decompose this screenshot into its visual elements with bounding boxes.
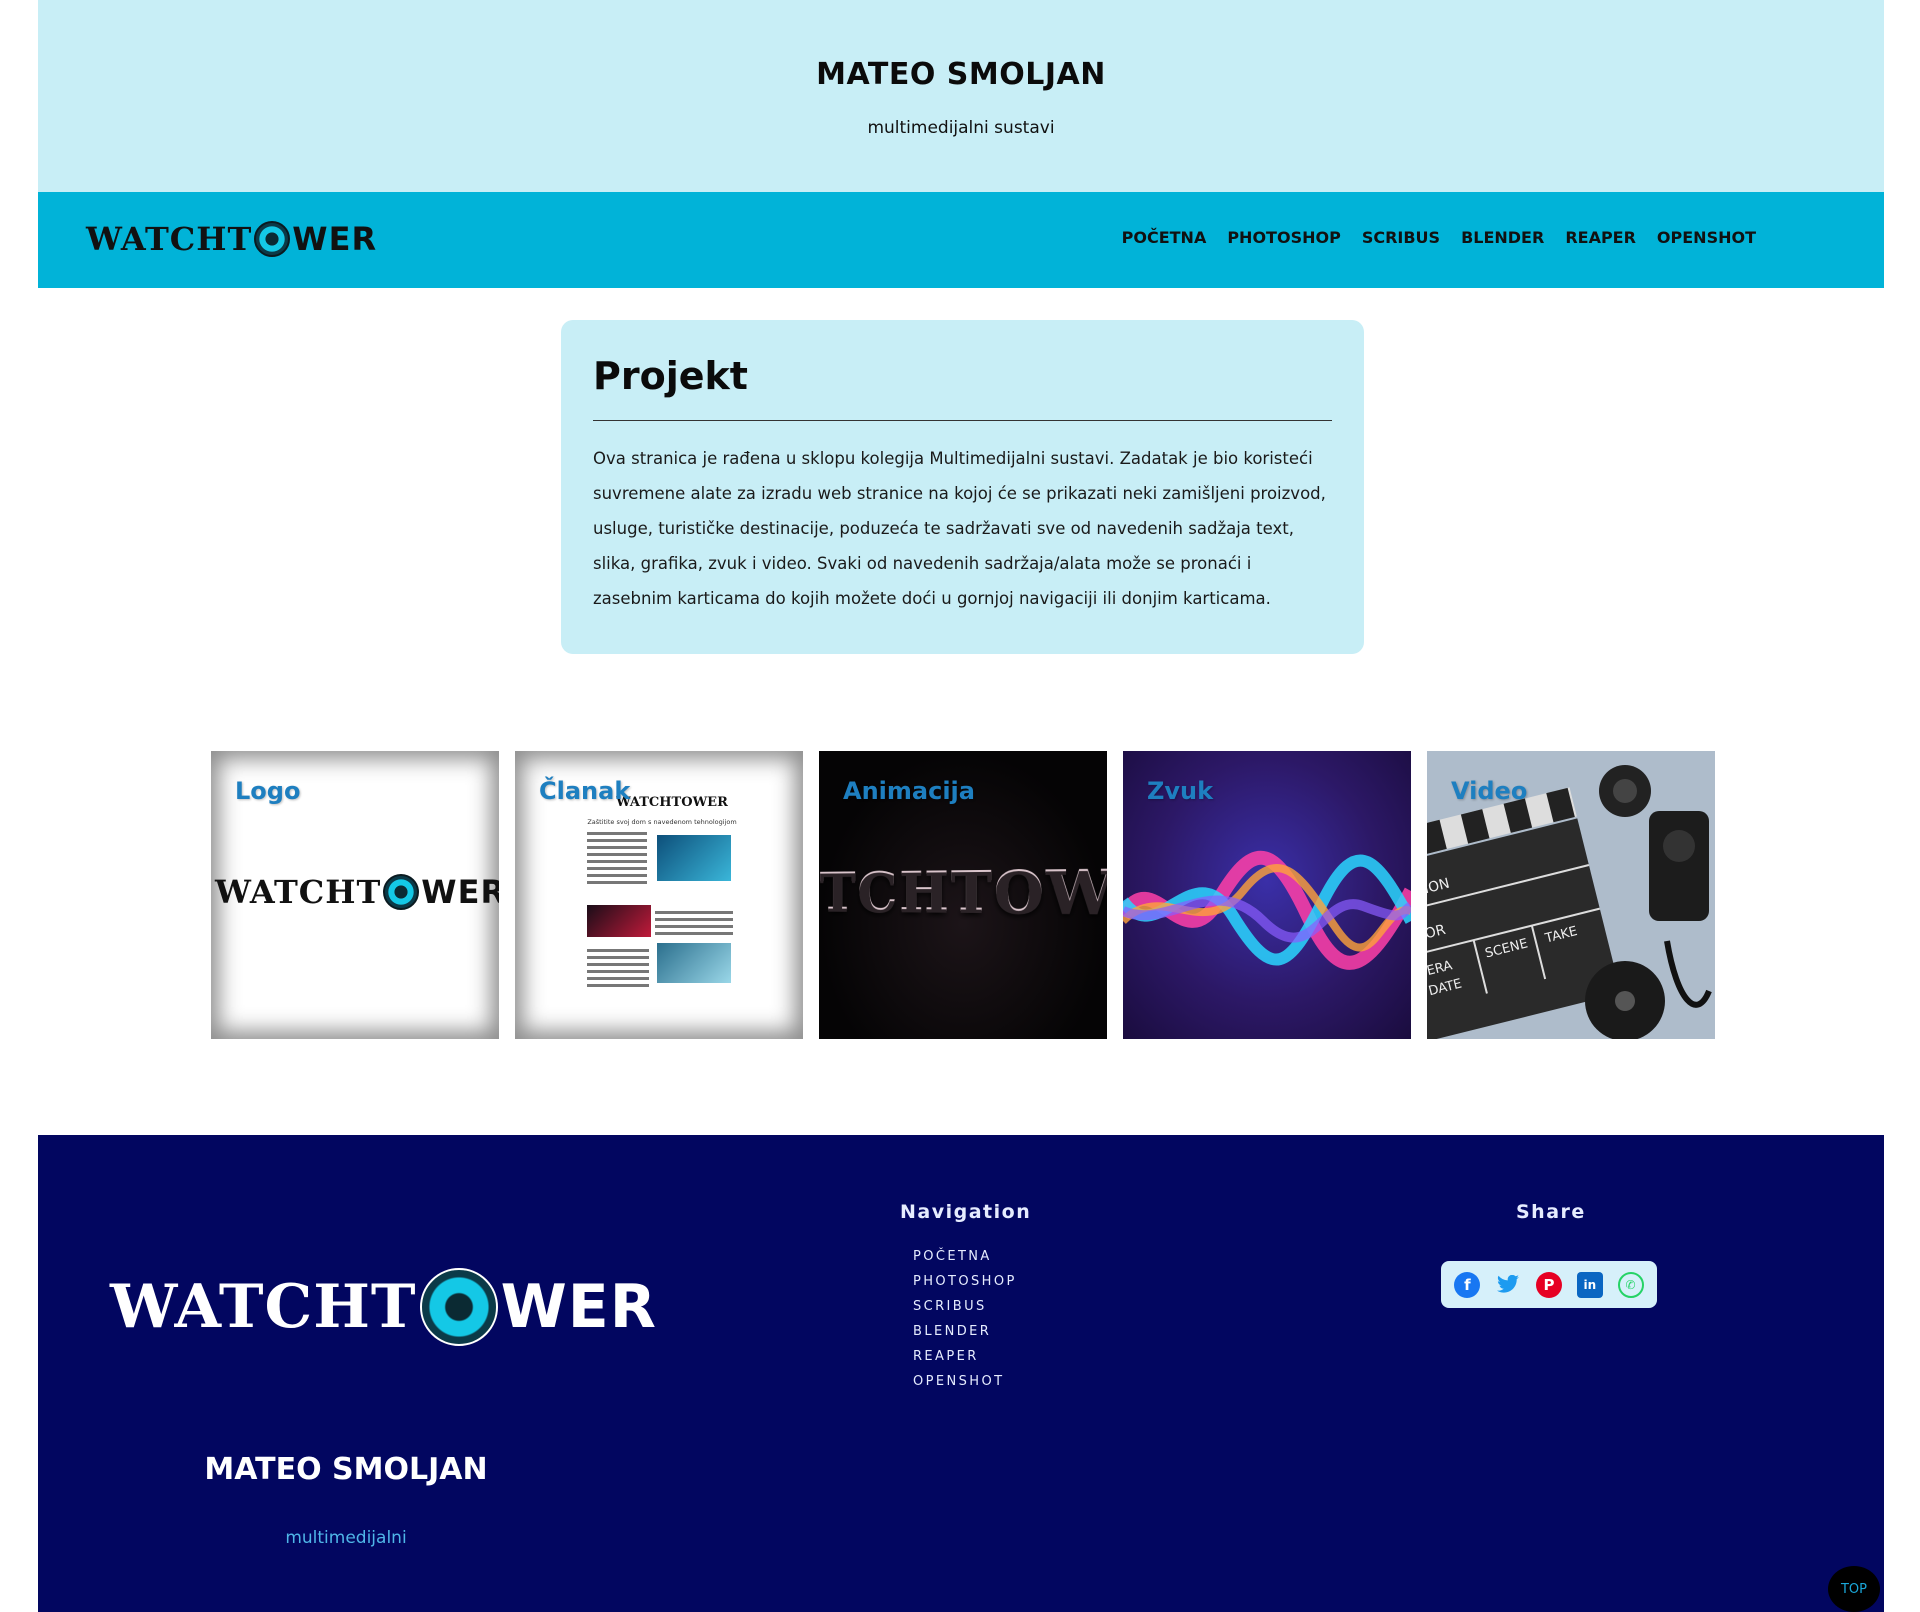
nav-link-scribus[interactable]: SCRIBUS — [1362, 228, 1440, 247]
pinterest-icon[interactable]: P — [1536, 1272, 1562, 1298]
sound-wave-image — [1123, 821, 1411, 991]
site-header: MATEO SMOLJAN multimedijalni sustavi — [38, 0, 1884, 192]
footer-link-pocetna[interactable]: POČETNA — [913, 1249, 1017, 1274]
nav-link-reaper[interactable]: REAPER — [1565, 228, 1636, 247]
twitter-icon[interactable] — [1495, 1272, 1521, 1298]
footer-logo: WATCHT WER — [110, 1268, 657, 1346]
nav-links: POČETNA PHOTOSHOP SCRIBUS BLENDER REAPER… — [1122, 228, 1756, 247]
camera-lens-icon — [420, 1268, 498, 1346]
main-navbar: WATCHT WER POČETNA PHOTOSHOP SCRIBUS BLE… — [38, 192, 1884, 288]
site-footer: WATCHT WER MATEO SMOLJAN multimedijalni … — [38, 1135, 1884, 1612]
footer-name: MATEO SMOLJAN — [196, 1452, 496, 1487]
nav-link-pocetna[interactable]: POČETNA — [1122, 228, 1207, 247]
project-description: Ova stranica je rađena u sklopu kolegija… — [593, 441, 1332, 616]
footer-link-reaper[interactable]: REAPER — [913, 1349, 1017, 1374]
footer-nav-heading: Navigation — [900, 1201, 1031, 1223]
nav-link-blender[interactable]: BLENDER — [1461, 228, 1544, 247]
project-card: Projekt Ova stranica je rađena u sklopu … — [561, 320, 1364, 654]
facebook-icon[interactable]: f — [1454, 1272, 1480, 1298]
logo-text-right: WER — [421, 873, 499, 911]
tile-zvuk[interactable]: Zvuk — [1123, 751, 1411, 1039]
linkedin-icon[interactable]: in — [1577, 1272, 1603, 1298]
animation-preview-text: TCHTOWE — [820, 858, 1107, 930]
content-tiles: Logo WATCHT WER Članak WATCHTOWER Zaštit… — [211, 751, 1715, 1039]
tile-animacija[interactable]: Animacija TCHTOWE — [819, 751, 1107, 1039]
tile-logo-image: WATCHT WER — [215, 873, 499, 911]
footer-nav: POČETNA PHOTOSHOP SCRIBUS BLENDER REAPER… — [913, 1249, 1017, 1399]
logo-text-right: WER — [292, 220, 377, 258]
tile-title: Zvuk — [1147, 777, 1213, 805]
article-heading: Zaštitite svoj dom s navedenom tehnologi… — [587, 818, 737, 826]
site-title: MATEO SMOLJAN — [38, 57, 1884, 92]
logo-text-left: WATCHT — [110, 1272, 417, 1342]
footer-link-blender[interactable]: BLENDER — [913, 1324, 1017, 1349]
project-heading: Projekt — [593, 354, 1332, 421]
camera-lens-icon — [254, 221, 290, 257]
footer-share-heading: Share — [1516, 1201, 1586, 1223]
share-buttons: f P in ✆ — [1441, 1261, 1657, 1308]
article-image — [657, 835, 731, 881]
footer-link-photoshop[interactable]: PHOTOSHOP — [913, 1274, 1017, 1299]
whatsapp-icon[interactable]: ✆ — [1618, 1272, 1644, 1298]
footer-subtitle[interactable]: multimedijalni — [196, 1528, 496, 1548]
tile-title: Animacija — [843, 777, 975, 805]
article-preview-image: WATCHTOWER Zaštitite svoj dom s navedeno… — [587, 795, 737, 1005]
site-subtitle: multimedijalni sustavi — [38, 118, 1884, 138]
article-image — [657, 943, 731, 983]
nav-logo[interactable]: WATCHT WER — [86, 220, 377, 258]
footer-link-openshot[interactable]: OPENSHOT — [913, 1374, 1017, 1399]
tile-title: Video — [1451, 777, 1527, 805]
tile-title: Članak — [539, 777, 630, 805]
footer-link-scribus[interactable]: SCRIBUS — [913, 1299, 1017, 1324]
tile-video[interactable]: Video UCTION CTOR MERA DATE SCENE TAKE — [1427, 751, 1715, 1039]
tile-logo[interactable]: Logo WATCHT WER — [211, 751, 499, 1039]
nav-link-photoshop[interactable]: PHOTOSHOP — [1227, 228, 1340, 247]
article-image — [587, 905, 651, 937]
tile-clanak[interactable]: Članak WATCHTOWER Zaštitite svoj dom s n… — [515, 751, 803, 1039]
back-to-top-button[interactable]: TOP — [1828, 1566, 1880, 1612]
logo-text-right: WER — [501, 1272, 657, 1342]
logo-text-left: WATCHT — [215, 873, 381, 911]
logo-text-left: WATCHT — [86, 220, 252, 258]
tile-title: Logo — [235, 777, 300, 805]
nav-link-openshot[interactable]: OPENSHOT — [1657, 228, 1756, 247]
camera-lens-icon — [383, 874, 419, 910]
